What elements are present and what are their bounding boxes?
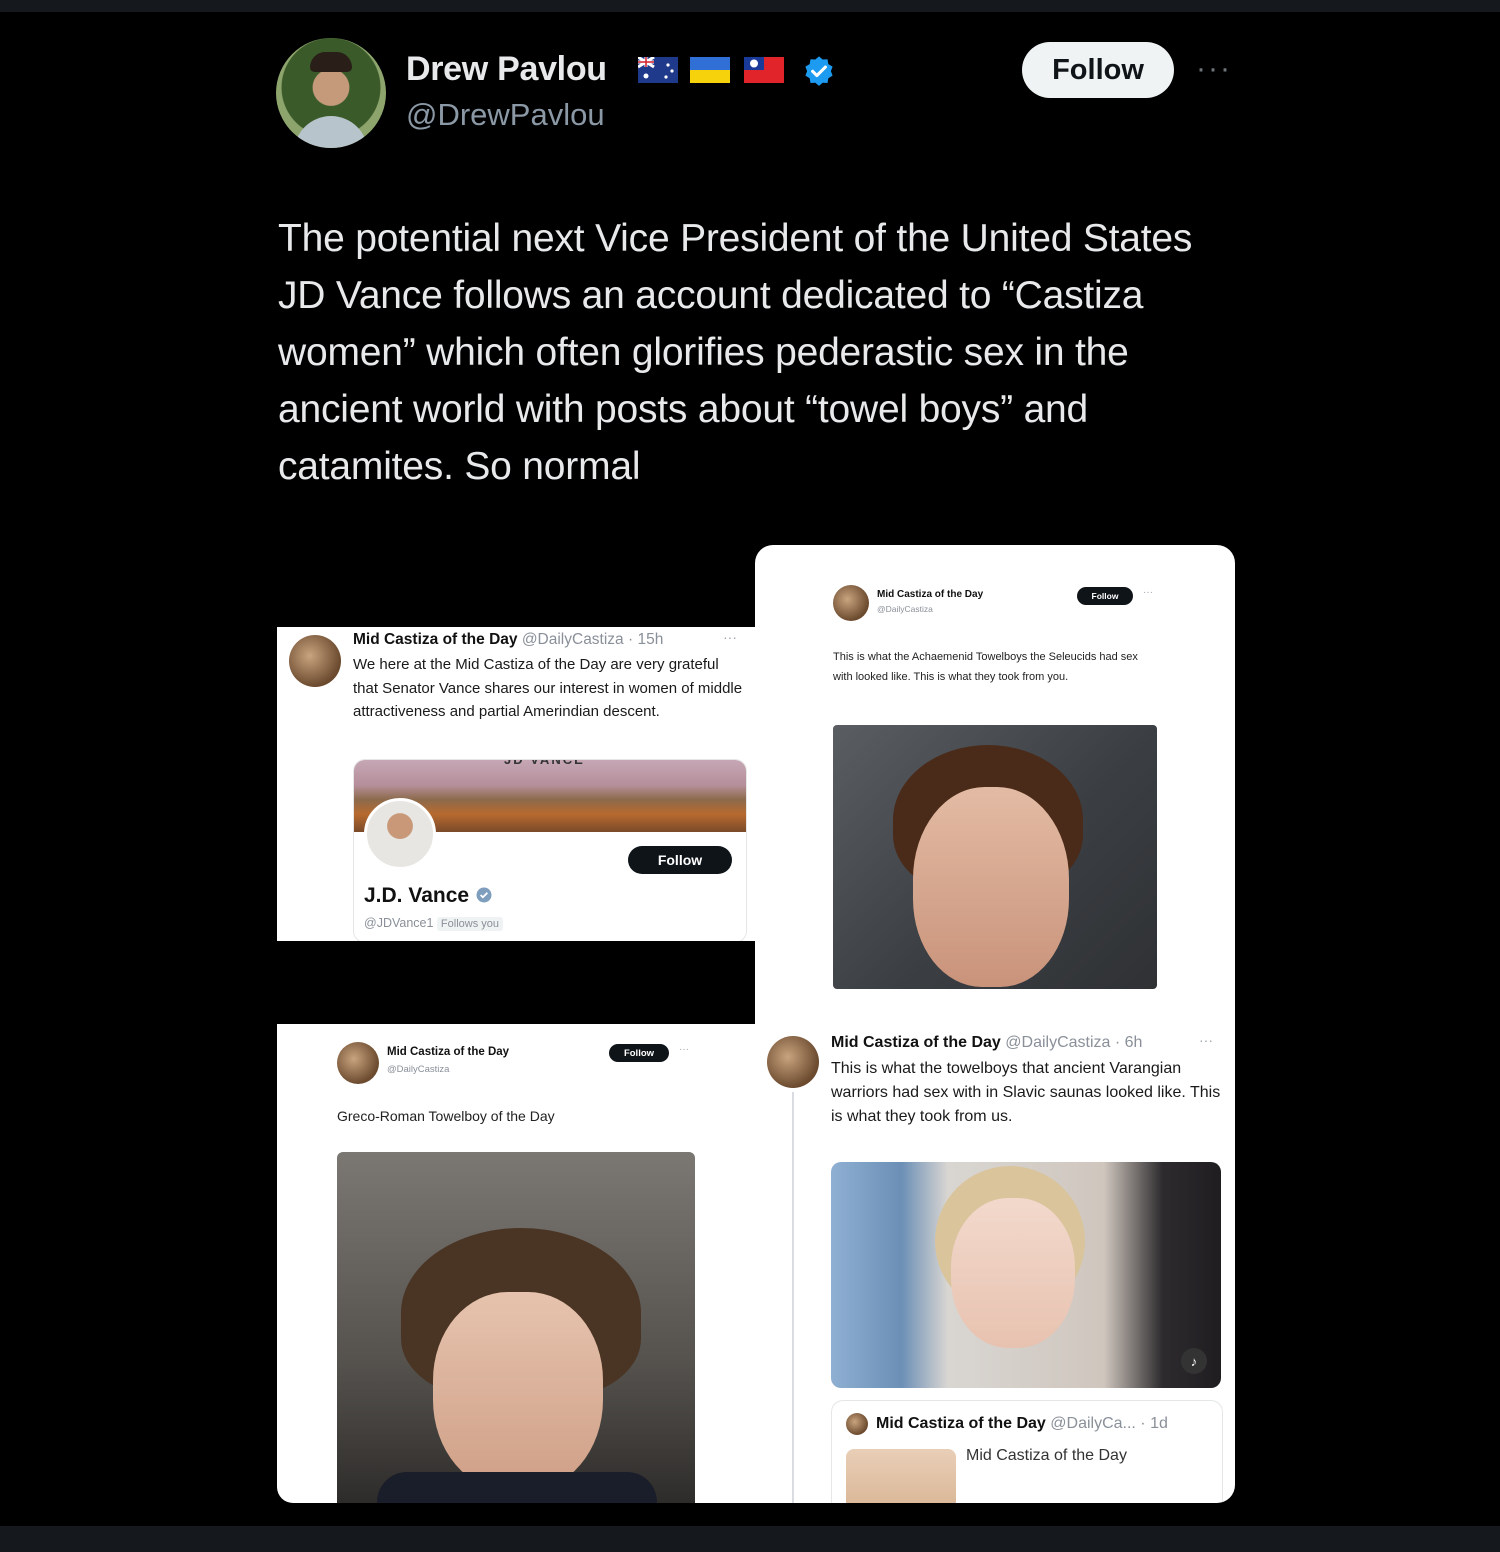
top-bar xyxy=(0,0,1500,12)
quote-name: Mid Castiza of the Day xyxy=(876,1415,1046,1432)
thread-line xyxy=(792,1092,794,1503)
shot-c-name: Mid Castiza of the Day xyxy=(387,1046,510,1058)
shot-d-meta: @DailyCastiza · 6h xyxy=(1005,1034,1143,1051)
ukraine-flag-icon xyxy=(690,57,730,83)
verified-badge-icon xyxy=(805,56,833,86)
embedded-screenshot-varangian[interactable]: Mid Castiza of the Day @DailyCastiza · 6… xyxy=(755,1002,1235,1503)
follows-you-badge: Follows you xyxy=(436,917,503,931)
vance-follow-button[interactable]: Follow xyxy=(628,846,732,874)
quote-text: Mid Castiza of the Day xyxy=(966,1447,1127,1464)
shot-d-name: Mid Castiza of the Day xyxy=(831,1034,1001,1051)
shot-a-text: We here at the Mid Castiza of the Day ar… xyxy=(353,656,743,720)
shot-b-more-icon: ··· xyxy=(1143,587,1153,598)
vance-banner-text: JD VANCE xyxy=(504,759,585,767)
vance-name: J.D. Vance xyxy=(364,884,470,907)
shot-d-text: This is what the towelboys that ancient … xyxy=(831,1060,1221,1125)
shot-c-handle: @DailyCastiza xyxy=(387,1064,450,1075)
follow-button[interactable]: Follow xyxy=(1022,42,1174,98)
castiza-avatar xyxy=(337,1042,379,1084)
embedded-screenshot-vance-follow[interactable]: Mid Castiza of the Day @DailyCastiza · 1… xyxy=(277,627,755,941)
vance-handle-row: @JDVance1 Follows you xyxy=(364,916,503,931)
shot-a-name: Mid Castiza of the Day xyxy=(353,631,518,648)
shot-c-more-icon: ··· xyxy=(679,1044,689,1055)
photo-face xyxy=(951,1198,1075,1348)
tweet-text: The potential next Vice President of the… xyxy=(278,217,1193,488)
embedded-screenshot-greco-roman[interactable]: Mid Castiza of the Day @DailyCastiza Fol… xyxy=(277,1024,755,1503)
author-avatar[interactable] xyxy=(276,38,386,148)
photo-face xyxy=(913,787,1069,987)
shot-d-more-icon: ··· xyxy=(1199,1032,1213,1048)
vance-verified-icon xyxy=(476,887,492,903)
vance-name-row: J.D. Vance xyxy=(364,884,493,908)
photo-face xyxy=(433,1292,603,1492)
bottom-bar xyxy=(0,1526,1500,1552)
vance-avatar xyxy=(364,798,436,870)
shot-c-photo xyxy=(337,1152,695,1503)
shot-d-photo: ♪ xyxy=(831,1162,1221,1388)
avatar-shirt xyxy=(294,116,368,148)
shot-c-text: Greco-Roman Towelboy of the Day xyxy=(337,1108,555,1124)
shot-a-more-icon: ··· xyxy=(723,629,737,645)
shot-b-handle: @DailyCastiza xyxy=(877,604,933,614)
vance-handle: @JDVance1 xyxy=(364,916,434,930)
quote-avatar xyxy=(846,1413,868,1435)
more-options-icon[interactable]: ··· xyxy=(1196,52,1232,86)
shot-b-follow-button[interactable]: Follow xyxy=(1077,587,1133,605)
castiza-avatar xyxy=(289,635,341,687)
author-name[interactable]: Drew Pavlou xyxy=(406,50,607,89)
author-handle[interactable]: @DrewPavlou xyxy=(406,97,605,133)
shot-b-text: This is what the Achaemenid Towelboys th… xyxy=(833,651,1138,683)
australia-flag-icon xyxy=(638,57,678,83)
shot-c-follow-button[interactable]: Follow xyxy=(609,1044,669,1062)
quote-photo xyxy=(846,1449,956,1503)
shot-b-name: Mid Castiza of the Day xyxy=(877,589,984,600)
shot-b-photo xyxy=(833,725,1157,989)
castiza-avatar xyxy=(767,1036,819,1088)
taiwan-flag-icon xyxy=(744,57,784,83)
photo-shirt xyxy=(377,1472,657,1503)
video-volume-icon[interactable]: ♪ xyxy=(1181,1348,1207,1374)
embedded-screenshot-achaemenid[interactable]: Mid Castiza of the Day @DailyCastiza Fol… xyxy=(755,545,1235,1002)
vance-profile-card: JD VANCE Follow J.D. Vance @JDVance1 Fol… xyxy=(353,759,747,941)
quote-meta: @DailyCa... · 1d xyxy=(1050,1415,1168,1432)
quoted-tweet[interactable]: Mid Castiza of the Day @DailyCa... · 1d … xyxy=(831,1400,1223,1503)
shot-a-meta: @DailyCastiza · 15h xyxy=(521,631,664,648)
avatar-hair xyxy=(310,52,352,72)
castiza-avatar xyxy=(833,585,869,621)
